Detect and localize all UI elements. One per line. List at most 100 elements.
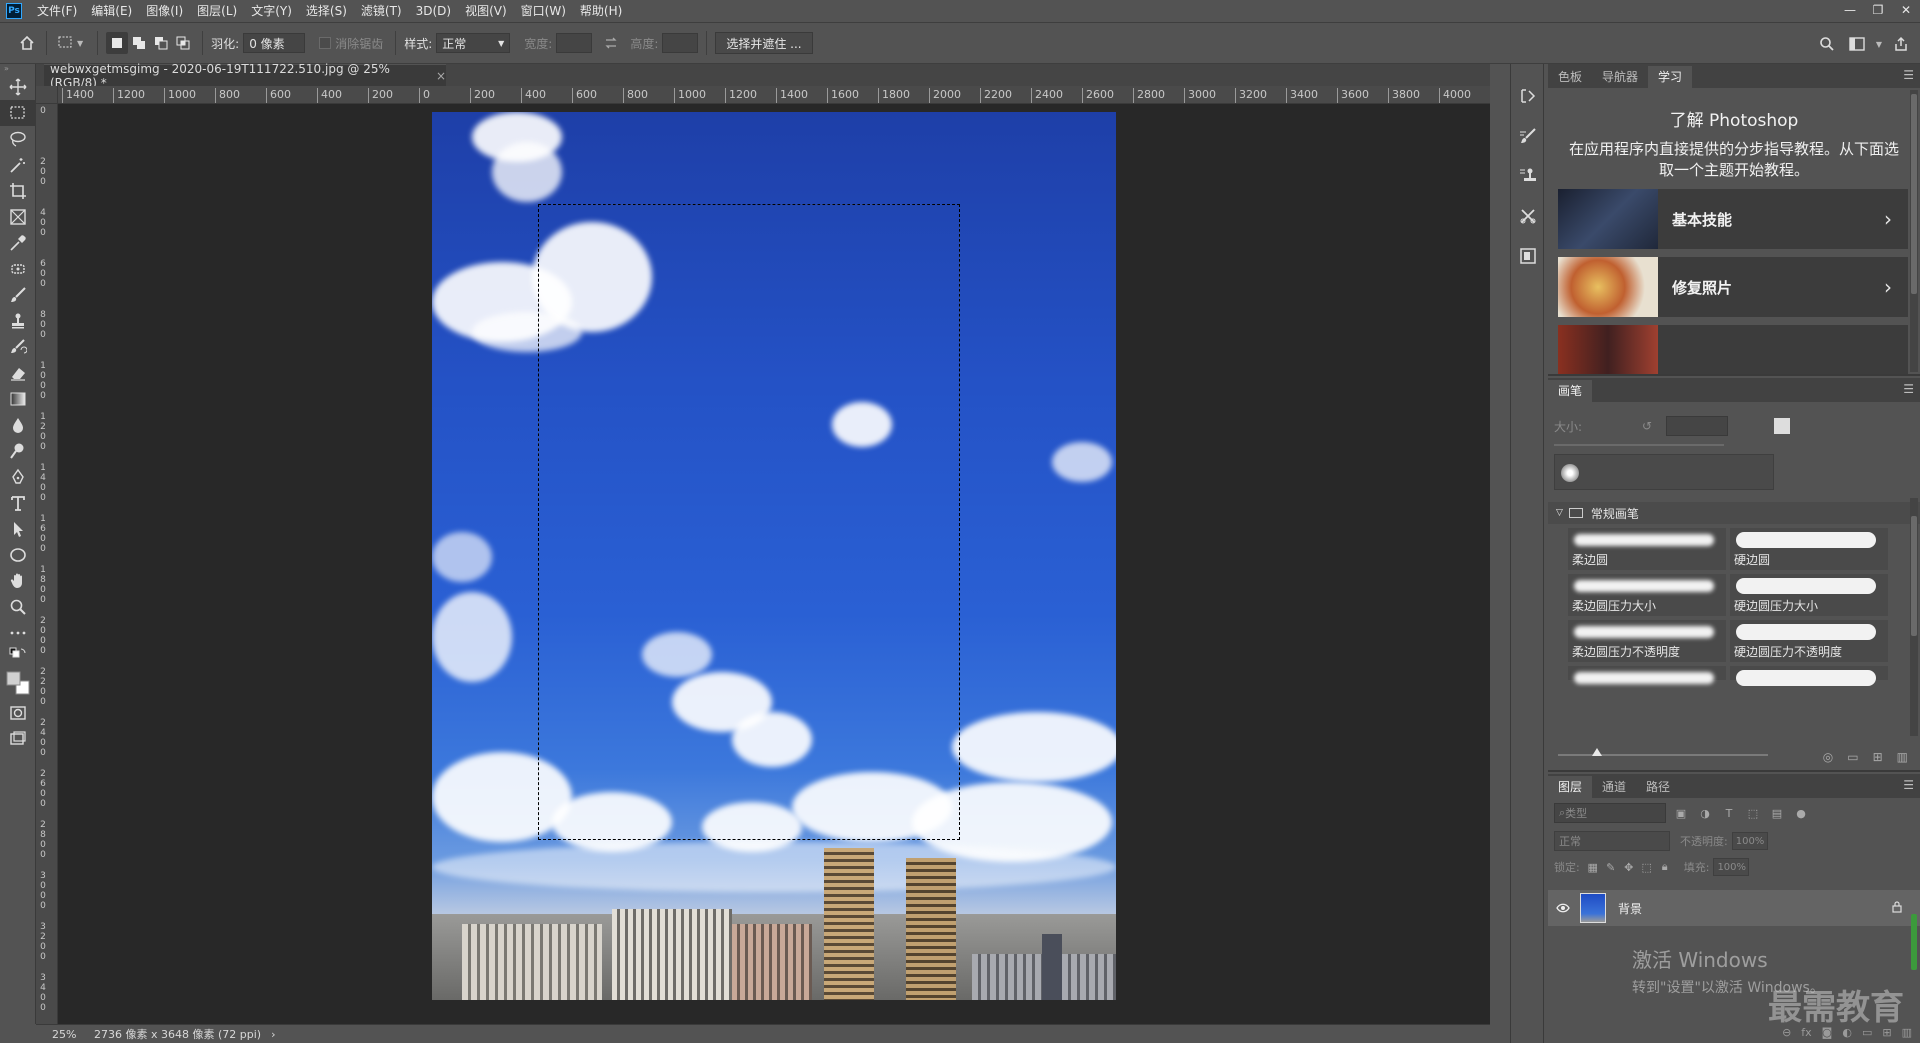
marquee-selection[interactable]	[538, 204, 960, 840]
menu-layer[interactable]: 图层(L)	[190, 0, 244, 22]
rect-marquee-preset-icon[interactable]	[55, 32, 77, 54]
subtract-selection-button[interactable]	[150, 32, 172, 54]
brush-preset[interactable]: 硬边圆压力大小	[1730, 574, 1888, 616]
add-selection-button[interactable]	[128, 32, 150, 54]
width-input[interactable]	[556, 33, 593, 53]
lock-pixels-icon[interactable]: ✎	[1602, 858, 1620, 876]
lock-position-icon[interactable]: ✥	[1620, 858, 1638, 876]
menu-edit[interactable]: 编辑(E)	[84, 0, 139, 22]
intersect-selection-button[interactable]	[172, 32, 194, 54]
panel-menu-icon[interactable]: ☰	[1903, 778, 1914, 792]
brush-settings-panel-icon[interactable]	[1511, 116, 1545, 156]
search-icon[interactable]	[1816, 33, 1838, 55]
quick-mask-icon[interactable]	[0, 700, 36, 726]
layer-row[interactable]: 背景	[1548, 890, 1920, 926]
tool-presets-panel-icon[interactable]	[1511, 196, 1545, 236]
select-and-mask-button[interactable]: 选择并遮住 ...	[715, 32, 813, 54]
color-swatches[interactable]	[0, 666, 36, 700]
brush-tool-icon[interactable]	[0, 282, 36, 308]
frame-tool-icon[interactable]	[0, 204, 36, 230]
shape-filter-icon[interactable]: ⬚	[1744, 804, 1762, 822]
tab-channels[interactable]: 通道	[1592, 776, 1636, 798]
lock-icon[interactable]	[1892, 900, 1902, 916]
brush-size-slider[interactable]	[1554, 444, 1724, 446]
pixel-filter-icon[interactable]: ▣	[1672, 804, 1690, 822]
share-icon[interactable]	[1890, 33, 1912, 55]
tab-navigator[interactable]: 导航器	[1592, 66, 1648, 88]
properties-panel-icon[interactable]	[1511, 236, 1545, 276]
swap-dimensions-icon[interactable]	[600, 32, 622, 54]
screen-mode-icon[interactable]	[0, 726, 36, 752]
close-tab-icon[interactable]: ×	[436, 69, 446, 83]
tab-swatches[interactable]: 色板	[1548, 66, 1592, 88]
crop-tool-icon[interactable]	[0, 178, 36, 204]
vertical-ruler[interactable]: 0 200 400 600 800 1000 1200 1400 1600 1800 2000 220…	[36, 104, 58, 1024]
brush-size-input[interactable]	[1666, 416, 1729, 436]
menu-image[interactable]: 图像(I)	[139, 0, 190, 22]
brushes-scrollbar[interactable]	[1910, 498, 1918, 736]
default-colors-icon[interactable]	[0, 646, 36, 666]
panel-grip-icon[interactable]: »	[0, 64, 35, 74]
hand-tool-icon[interactable]	[0, 568, 36, 594]
restore-button[interactable]: ❐	[1864, 0, 1892, 20]
rect-marquee-tool-icon[interactable]	[0, 100, 36, 126]
eraser-tool-icon[interactable]	[0, 360, 36, 386]
brush-preset[interactable]	[1730, 666, 1888, 686]
height-input[interactable]	[662, 33, 699, 53]
menu-type[interactable]: 文字(Y)	[244, 0, 299, 22]
brush-preset[interactable]: 硬边圆压力不透明度	[1730, 620, 1888, 662]
filter-toggle-icon[interactable]: ●	[1792, 804, 1810, 822]
toggle-preview-icon[interactable]: ◎	[1823, 750, 1833, 764]
panel-menu-icon[interactable]: ☰	[1903, 68, 1914, 82]
fill-input[interactable]: 100%	[1713, 858, 1750, 876]
type-filter-icon[interactable]: T	[1720, 804, 1738, 822]
visibility-eye-icon[interactable]	[1552, 903, 1574, 913]
canvas-viewport[interactable]	[58, 104, 1490, 1000]
preview-size-slider[interactable]	[1558, 754, 1768, 756]
opacity-input[interactable]: 100%	[1731, 832, 1768, 850]
zoom-level[interactable]: 25%	[36, 1028, 84, 1041]
learn-scrollbar[interactable]	[1910, 90, 1918, 372]
close-window-button[interactable]: ✕	[1892, 0, 1920, 20]
reset-icon[interactable]: ↺	[1642, 419, 1652, 433]
pen-tool-icon[interactable]	[0, 464, 36, 490]
gradient-tool-icon[interactable]	[0, 386, 36, 412]
new-group-icon[interactable]: ▭	[1847, 750, 1858, 764]
more-tools-icon[interactable]	[0, 620, 36, 646]
brush-preset[interactable]: 柔边圆压力大小	[1568, 574, 1726, 616]
new-selection-button[interactable]	[106, 32, 129, 54]
antialias-checkbox[interactable]	[319, 37, 332, 49]
dodge-tool-icon[interactable]	[0, 438, 36, 464]
horizontal-ruler[interactable]: 1400 1200 1000 800 600 400 200 0 200 400 600 800 100…	[58, 86, 1490, 104]
learn-card-basic-skills[interactable]: 基本技能 ›	[1558, 189, 1908, 249]
style-select[interactable]: 正常 ▼	[436, 33, 511, 53]
smart-object-filter-icon[interactable]: ▤	[1768, 804, 1786, 822]
delete-icon[interactable]: ▥	[1897, 750, 1908, 764]
workspace-icon[interactable]	[1846, 33, 1868, 55]
menu-filter[interactable]: 滤镜(T)	[354, 0, 409, 22]
brush-group-general[interactable]: ▽ 常规画笔	[1548, 502, 1920, 524]
blur-tool-icon[interactable]	[0, 412, 36, 438]
menu-view[interactable]: 视图(V)	[458, 0, 514, 22]
minimize-button[interactable]: —	[1836, 0, 1864, 20]
lasso-tool-icon[interactable]	[0, 126, 36, 152]
history-brush-tool-icon[interactable]	[0, 334, 36, 360]
status-menu-arrow[interactable]: ›	[271, 1028, 275, 1041]
stamp-tool-icon[interactable]	[0, 308, 36, 334]
lock-all-icon[interactable]: 🔒︎	[1656, 858, 1674, 876]
menu-3d[interactable]: 3D(D)	[409, 0, 458, 22]
lock-artboard-icon[interactable]: ⬚	[1638, 858, 1656, 876]
tab-brushes[interactable]: 画笔	[1548, 380, 1593, 402]
ruler-corner[interactable]	[36, 86, 58, 104]
menu-window[interactable]: 窗口(W)	[514, 0, 573, 22]
brush-preset-preview[interactable]	[1561, 464, 1579, 482]
move-tool-icon[interactable]	[0, 74, 36, 100]
path-selection-tool-icon[interactable]	[0, 516, 36, 542]
zoom-tool-icon[interactable]	[0, 594, 36, 620]
panel-menu-icon[interactable]: ☰	[1903, 382, 1914, 396]
layer-name[interactable]: 背景	[1618, 900, 1642, 917]
brush-preset[interactable]: 硬边圆	[1730, 528, 1888, 570]
layer-filter-select[interactable]: ⌕ 类型	[1554, 803, 1666, 823]
chevron-down-icon[interactable]: ▼	[1876, 40, 1882, 49]
layers-scrollbar[interactable]	[1910, 914, 1918, 1024]
